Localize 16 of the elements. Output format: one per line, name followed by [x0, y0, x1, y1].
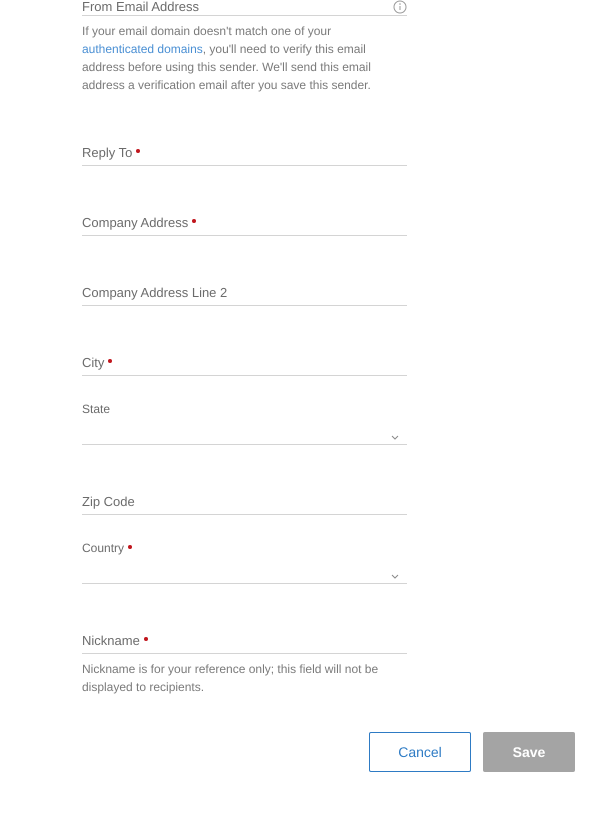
help-text: If your email domain doesn't match one of your authenticated domains, you'll need to verify this email address before using this sender. We'll send this email address a verification email after you save this sender.: [82, 23, 372, 94]
text-field[interactable]: Nickname: [82, 624, 407, 654]
info-icon: [393, 0, 407, 14]
text-field[interactable]: Reply To: [82, 136, 407, 166]
text-field[interactable]: Company Address Line 2: [82, 276, 407, 306]
text-field[interactable]: From Email Address: [82, 0, 407, 16]
chevron-down-icon: [391, 435, 399, 440]
chevron-down-icon: [391, 574, 399, 579]
text-field[interactable]: City: [82, 346, 407, 376]
authenticated-domains-link[interactable]: authenticated domains: [82, 42, 203, 56]
select-field[interactable]: State: [82, 400, 407, 445]
text-field[interactable]: Company Address: [82, 206, 407, 236]
select-field[interactable]: Country: [82, 539, 407, 584]
text-field[interactable]: Zip Code: [82, 485, 407, 515]
cancel-button[interactable]: Cancel: [369, 732, 471, 772]
help-text: Nickname is for your reference only; this field will not be displayed to recipients.: [82, 661, 380, 696]
